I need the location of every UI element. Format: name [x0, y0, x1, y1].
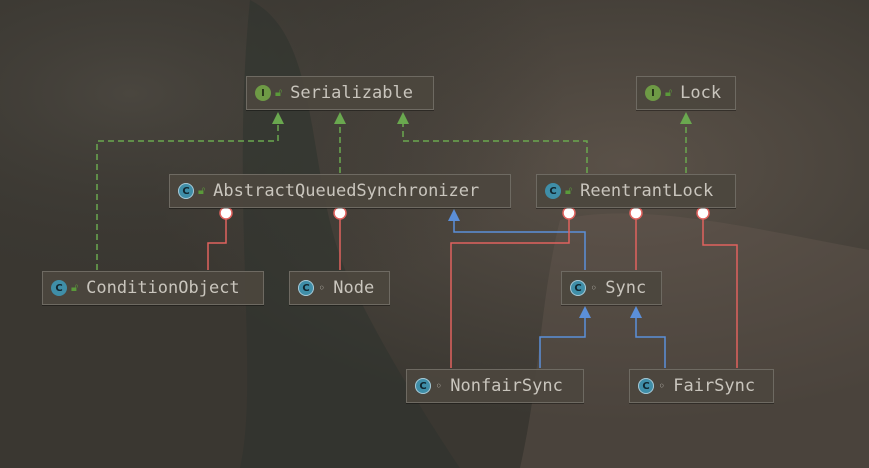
interface-icon: I: [645, 85, 661, 101]
edge-conditionobject-inner-of-aqs: [207, 219, 227, 270]
node-label: ReentrantLock: [580, 181, 714, 201]
inner-class-anchor-icon: [562, 206, 576, 220]
unlocked-icon: 🔓︎: [275, 86, 283, 99]
package-dot-icon: ◦: [658, 379, 666, 393]
node-abstract-queued-synchronizer[interactable]: C 🔓︎ AbstractQueuedSynchronizer: [169, 174, 511, 208]
abstract-class-icon: C: [178, 183, 194, 199]
node-label: ConditionObject: [86, 278, 240, 298]
node-condition-object[interactable]: C 🔓︎ ConditionObject: [42, 271, 264, 305]
inner-class-anchor-icon: [696, 206, 710, 220]
unlocked-icon: 🔓︎: [665, 86, 673, 99]
node-label: NonfairSync: [450, 376, 563, 396]
node-sync[interactable]: C ◦ Sync: [561, 271, 662, 305]
node-serializable[interactable]: I 🔓︎ Serializable: [246, 76, 434, 110]
inner-class-anchor-icon: [219, 206, 233, 220]
edge-nonfairsync-inner-of-reentrantlock: [450, 219, 570, 368]
unlocked-icon: 🔓︎: [71, 281, 79, 294]
abstract-class-icon: C: [298, 280, 314, 296]
class-icon: C: [51, 280, 67, 296]
node-label: Node: [333, 278, 375, 298]
node-label: Serializable: [290, 83, 413, 103]
node-node[interactable]: C ◦ Node: [289, 271, 390, 305]
node-label: FairSync: [673, 376, 756, 396]
inner-class-anchor-icon: [333, 206, 347, 220]
node-reentrant-lock[interactable]: C 🔓︎ ReentrantLock: [536, 174, 736, 208]
unlocked-icon: 🔓︎: [198, 184, 206, 197]
node-label: Sync: [605, 278, 647, 298]
interface-icon: I: [255, 85, 271, 101]
edge-nonfairsync-extends-sync: [539, 306, 591, 368]
node-fair-sync[interactable]: C ◦ FairSync: [629, 369, 774, 403]
class-icon: C: [545, 183, 561, 199]
node-label: Lock: [680, 83, 722, 103]
package-dot-icon: ◦: [590, 281, 598, 295]
edge-fairsync-inner-of-reentrantlock: [702, 219, 738, 368]
abstract-class-icon: C: [570, 280, 586, 296]
node-nonfair-sync[interactable]: C ◦ NonfairSync: [406, 369, 584, 403]
node-lock[interactable]: I 🔓︎ Lock: [636, 76, 736, 110]
inner-class-anchor-icon: [629, 206, 643, 220]
package-dot-icon: ◦: [435, 379, 443, 393]
abstract-class-icon: C: [415, 378, 431, 394]
unlocked-icon: 🔓︎: [565, 184, 573, 197]
node-label: AbstractQueuedSynchronizer: [213, 181, 480, 201]
abstract-class-icon: C: [638, 378, 654, 394]
edge-fairsync-extends-sync: [630, 306, 666, 368]
edge-reentrantlock-implements-serializable: [397, 112, 588, 173]
package-dot-icon: ◦: [318, 281, 326, 295]
